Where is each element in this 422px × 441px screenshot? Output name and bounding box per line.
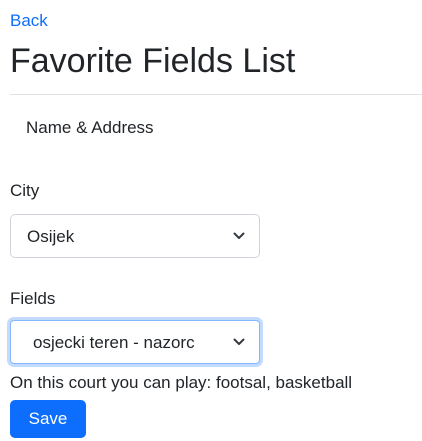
name-address-heading: Name & Address [26, 118, 154, 137]
city-select[interactable]: Osijek [10, 214, 260, 258]
page: Back Favorite Fields List Name & Address… [0, 0, 422, 441]
fields-select[interactable]: osjecki teren - nazorc [10, 320, 260, 364]
fields-label: Fields [10, 289, 56, 308]
court-sports-info: On this court you can play: footsal, bas… [10, 373, 353, 392]
chevron-down-icon [233, 232, 245, 239]
page-title: Favorite Fields List [10, 42, 296, 80]
back-link[interactable]: Back [10, 10, 48, 32]
divider [10, 94, 422, 95]
fields-select-value: osjecki teren - nazorc [33, 333, 195, 352]
city-label: City [10, 181, 40, 200]
city-select-value: Osijek [27, 227, 75, 246]
chevron-down-icon [233, 338, 245, 345]
save-button[interactable]: Save [10, 400, 86, 438]
